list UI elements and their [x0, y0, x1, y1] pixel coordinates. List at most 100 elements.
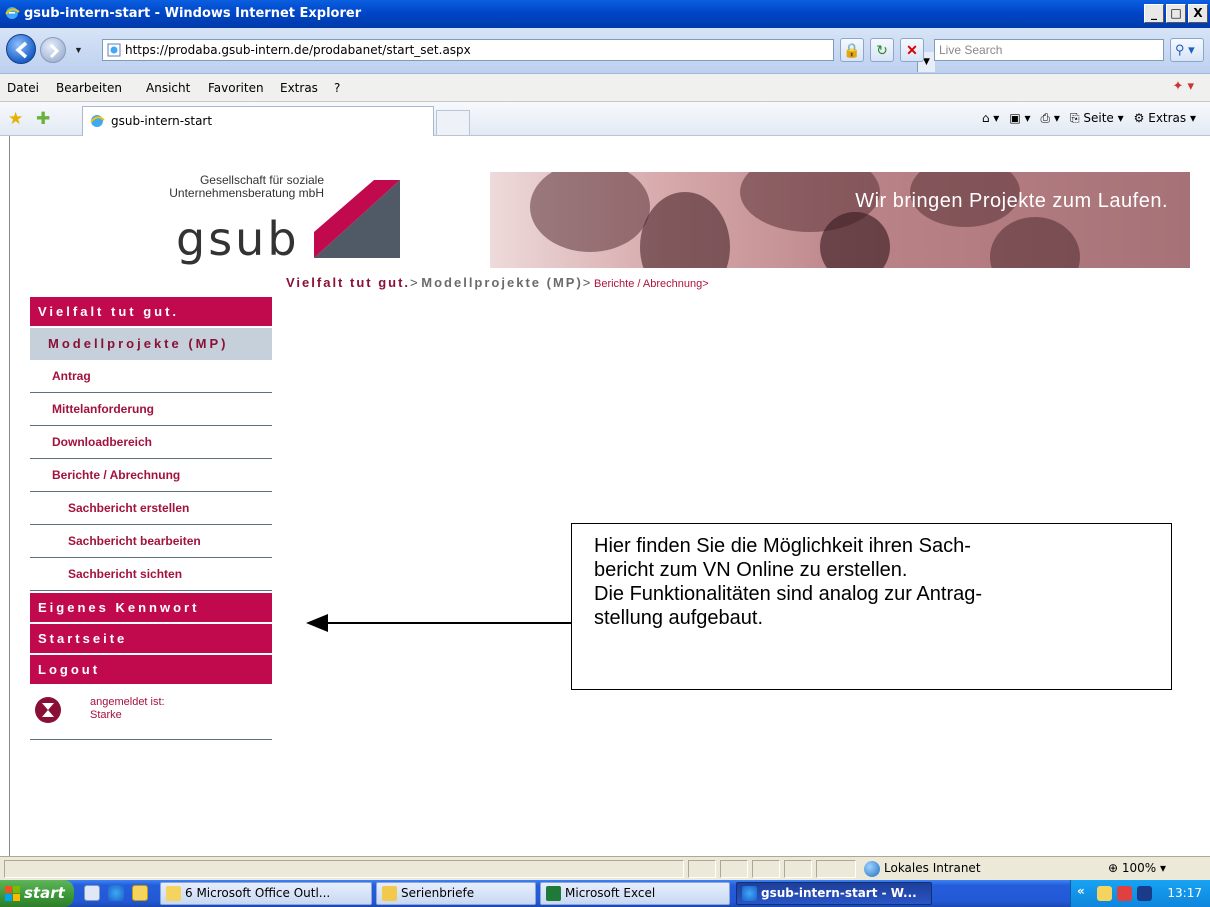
tab-title: gsub-intern-start	[111, 114, 213, 128]
ie-icon	[742, 886, 757, 901]
status-cell	[752, 860, 780, 878]
search-button[interactable]: ⚲ ▾	[1170, 38, 1204, 62]
breadcrumb-vielfalt[interactable]: Vielfalt tut gut.	[286, 275, 410, 290]
tray-lang-icon[interactable]	[1137, 886, 1152, 901]
feeds-icon[interactable]: ▣ ▾	[1009, 111, 1030, 126]
task-outlook-label: 6 Microsoft Office Outl...	[185, 886, 331, 900]
menu-favoriten[interactable]: Favoriten	[208, 81, 264, 95]
callout-line-3: Die Funktionalitäten sind analog zur Ant…	[594, 583, 983, 605]
status-cell	[688, 860, 716, 878]
callout-line-2: bericht zum VN Online zu erstellen.	[594, 559, 908, 581]
security-zone[interactable]: Lokales Intranet	[862, 860, 1102, 878]
nav-sachbericht-bearbeiten[interactable]: Sachbericht bearbeiten	[30, 525, 272, 558]
status-cell	[816, 860, 856, 878]
tab-gsub-intern-start[interactable]: gsub-intern-start	[82, 106, 434, 136]
search-icon: ⚲	[1175, 42, 1185, 57]
tools-menu-label: Extras ▾	[1148, 111, 1196, 125]
page-menu[interactable]: ⎘ Seite ▾	[1070, 111, 1124, 126]
maximize-button[interactable]: □	[1166, 4, 1186, 23]
annotation-callout: Hier finden Sie die Möglichkeit ihren Sa…	[571, 523, 1172, 690]
menu-extras[interactable]: Extras	[280, 81, 318, 95]
system-tray: « 13:17	[1070, 880, 1210, 907]
address-toolbar: ▼ https://prodaba.gsub-intern.de/prodaba…	[0, 28, 1210, 74]
tab-bar: ★ ✚ gsub-intern-start ⌂ ▾ ▣ ▾ ⎙ ▾ ⎘ Seit…	[0, 102, 1210, 136]
nav-startseite[interactable]: Startseite	[30, 624, 272, 653]
nav-vielfalt[interactable]: Vielfalt tut gut.	[30, 297, 272, 326]
breadcrumb-separator: >	[410, 275, 418, 290]
status-cell	[720, 860, 748, 878]
breadcrumb-separator: >	[582, 275, 591, 290]
company-name: Gesellschaft für soziale Unternehmensber…	[124, 174, 324, 200]
task-excel[interactable]: Microsoft Excel	[540, 882, 730, 905]
ie-quicklaunch-icon[interactable]	[108, 885, 124, 901]
nav-downloadbereich[interactable]: Downloadbereich	[30, 426, 272, 459]
new-tab-button[interactable]	[436, 110, 470, 136]
home-icon[interactable]: ⌂ ▾	[982, 111, 999, 126]
excel-icon	[546, 886, 561, 901]
show-desktop-icon[interactable]	[84, 885, 100, 901]
task-ie-label: gsub-intern-start - W...	[761, 886, 917, 900]
nav-mittelanforderung[interactable]: Mittelanforderung	[30, 393, 272, 426]
menu-datei[interactable]: Datei	[7, 81, 39, 95]
nav-sachbericht-erstellen[interactable]: Sachbericht erstellen	[30, 492, 272, 525]
start-label: start	[24, 884, 65, 902]
callout-line-4: stellung aufgebaut.	[594, 607, 764, 629]
breadcrumb-berichte[interactable]: Berichte / Abrechnung>	[594, 278, 709, 290]
menu-bar: Datei Bearbeiten Ansicht Favoriten Extra…	[0, 74, 1210, 102]
tools-menu[interactable]: ⚙ Extras ▾	[1134, 111, 1196, 126]
status-bar: Lokales Intranet ⊕ 100% ▾	[0, 856, 1210, 880]
start-button[interactable]: start	[0, 880, 74, 907]
lock-icon[interactable]: 🔒	[840, 38, 864, 62]
history-dropdown-icon[interactable]: ▼	[74, 45, 83, 55]
zoom-control[interactable]: ⊕ 100% ▾	[1108, 860, 1208, 876]
hourglass-icon	[35, 697, 61, 723]
menu-ansicht[interactable]: Ansicht	[146, 81, 190, 95]
outlook-quicklaunch-icon[interactable]	[132, 885, 148, 901]
favorites-star-icon[interactable]: ★	[8, 109, 23, 129]
add-favorite-icon[interactable]: ✚	[36, 109, 50, 129]
breadcrumb: Vielfalt tut gut.> Modellprojekte (MP)> …	[286, 275, 709, 290]
task-ie[interactable]: gsub-intern-start - W...	[736, 882, 932, 905]
tray-expand-icon[interactable]: «	[1077, 884, 1093, 902]
menu-help[interactable]: ?	[334, 81, 340, 95]
forward-button[interactable]	[40, 37, 66, 63]
nav-sachbericht-sichten[interactable]: Sachbericht sichten	[30, 558, 272, 591]
task-serienbriefe[interactable]: Serienbriefe	[376, 882, 536, 905]
zoom-icon: ⊕	[1108, 861, 1119, 875]
outlook-icon	[166, 886, 181, 901]
clock: 13:17	[1167, 886, 1202, 900]
address-input[interactable]: https://prodaba.gsub-intern.de/prodabane…	[102, 39, 935, 72]
annotation-arrow	[309, 622, 571, 624]
back-arrow-icon	[15, 41, 28, 59]
breadcrumb-modellprojekte[interactable]: Modellprojekte (MP)	[421, 275, 583, 290]
page-content: Gesellschaft für soziale Unternehmensber…	[9, 136, 1210, 856]
nav-logout[interactable]: Logout	[30, 655, 272, 684]
user-label: angemeldet ist:	[90, 696, 165, 708]
banner-tagline: Wir bringen Projekte zum Laufen.	[855, 190, 1168, 212]
nav-berichte-abrechnung[interactable]: Berichte / Abrechnung	[30, 459, 272, 492]
print-icon[interactable]: ⎙ ▾	[1041, 111, 1060, 126]
nav-modellprojekte[interactable]: Modellprojekte (MP)	[30, 328, 272, 360]
forward-arrow-icon	[49, 43, 60, 59]
tray-network-icon[interactable]	[1117, 886, 1132, 901]
nav-antrag[interactable]: Antrag	[30, 360, 272, 393]
page-menu-label: Seite ▾	[1083, 111, 1124, 125]
search-input[interactable]: Live Search	[934, 39, 1164, 61]
tray-app-icon[interactable]	[1097, 886, 1112, 901]
close-button[interactable]: X	[1188, 4, 1208, 23]
nav-eigenes-kennwort[interactable]: Eigenes Kennwort	[30, 593, 272, 622]
task-excel-label: Microsoft Excel	[565, 886, 656, 900]
task-outlook[interactable]: 6 Microsoft Office Outl...	[160, 882, 372, 905]
logo-text: gsub	[176, 212, 300, 266]
stop-icon[interactable]: ✕	[900, 38, 924, 62]
window-titlebar[interactable]: gsub-intern-start - Windows Internet Exp…	[0, 0, 1210, 28]
sidebar-nav: Vielfalt tut gut. Modellprojekte (MP) An…	[30, 297, 272, 740]
minimize-button[interactable]: _	[1144, 4, 1164, 23]
windows-flag-icon	[5, 886, 20, 901]
task-serienbriefe-label: Serienbriefe	[401, 886, 475, 900]
back-button[interactable]	[6, 34, 36, 64]
status-text-cell	[4, 860, 684, 878]
refresh-icon[interactable]: ↻	[870, 38, 894, 62]
translate-icon[interactable]: ✦ ▾	[1172, 79, 1194, 94]
menu-bearbeiten[interactable]: Bearbeiten	[56, 81, 122, 95]
